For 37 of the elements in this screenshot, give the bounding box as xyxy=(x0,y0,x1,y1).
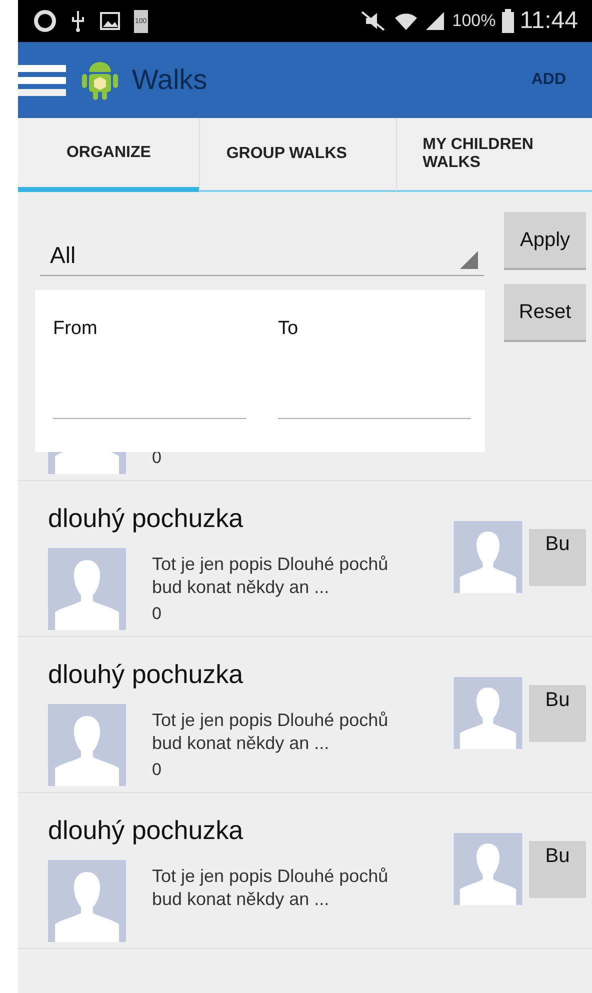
circle-logo-icon xyxy=(34,10,56,32)
usb-icon xyxy=(70,9,86,33)
image-icon xyxy=(100,12,120,30)
reset-button[interactable]: Reset xyxy=(504,284,586,342)
walk-action-button[interactable]: Bu xyxy=(529,841,586,898)
avatar-icon xyxy=(48,860,126,942)
avatar-icon xyxy=(48,704,126,786)
from-label: From xyxy=(53,318,98,340)
walk-description: bud konat někdy an ... xyxy=(152,889,330,910)
tab[interactable]: GROUP WALKS xyxy=(199,118,396,192)
avatar-icon xyxy=(453,677,523,749)
walk-count: 0 xyxy=(152,604,162,624)
battery-icon xyxy=(502,9,514,33)
walk-description: Tot je jen popis Dlouhé pochů xyxy=(152,866,388,887)
walk-title: dlouhý pochuzka xyxy=(48,815,244,846)
menu-icon[interactable] xyxy=(18,63,66,97)
clock-text: 11:44 xyxy=(520,7,578,35)
walk-title: dlouhý pochuzka xyxy=(48,659,244,690)
walk-action-button[interactable]: Bu xyxy=(529,685,586,742)
walk-title: dlouhý pochuzka xyxy=(48,503,244,534)
walk-description: bud konat někdy an ... xyxy=(152,733,330,754)
tab[interactable]: MY CHILDREN WALKS xyxy=(396,118,592,192)
filter-dropdown[interactable]: All xyxy=(40,224,484,276)
walk-description: bud konat někdy an ... xyxy=(152,577,330,598)
walk-count: 0 xyxy=(152,760,162,780)
apply-button[interactable]: Apply xyxy=(504,212,586,270)
to-label: To xyxy=(278,318,300,340)
signal-icon xyxy=(424,10,446,32)
app-title: Walks xyxy=(132,64,208,96)
dropdown-corner-icon xyxy=(460,251,478,269)
walk-description: Tot je jen popis Dlouhé pochů xyxy=(152,554,388,575)
walk-action-button[interactable]: Bu xyxy=(529,529,586,586)
walk-description: Tot je jen popis Dlouhé pochů xyxy=(152,710,388,731)
avatar-icon xyxy=(453,521,523,593)
avatar-icon xyxy=(48,548,126,630)
avatar-icon xyxy=(453,833,523,905)
battery-percent-text: 100% xyxy=(452,11,496,31)
